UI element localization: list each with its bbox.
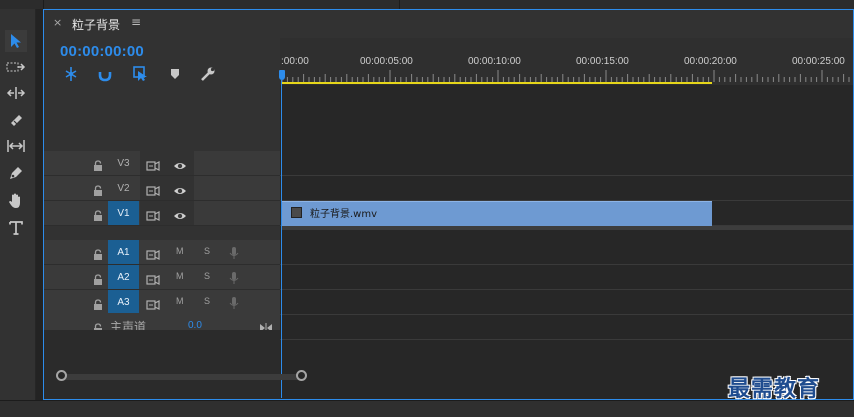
track-name[interactable]: V1 (108, 201, 139, 225)
timeline-tracks-area[interactable]: :00:00 00:00:05:00 00:00:10:00 00:00:15:… (279, 38, 853, 399)
zoom-handle-left[interactable] (56, 370, 67, 381)
ripple-edit-tool-icon[interactable] (5, 82, 27, 104)
track-header-v1: V1 (44, 201, 280, 226)
panel-menu-icon[interactable]: ≡ (131, 15, 141, 29)
mute-button[interactable]: M (176, 296, 184, 306)
razor-tool-icon[interactable] (5, 109, 27, 131)
type-tool-icon[interactable] (5, 216, 27, 238)
timeline-track-a3[interactable] (280, 290, 853, 315)
lock-icon[interactable] (93, 296, 103, 310)
fx-badge-icon (291, 207, 302, 218)
sequence-name: 粒子背景 (72, 18, 121, 32)
solo-button[interactable]: S (204, 271, 210, 281)
hand-tool-icon[interactable] (5, 189, 27, 211)
time-ruler[interactable]: :00:00 00:00:05:00 00:00:10:00 00:00:15:… (280, 38, 853, 85)
close-tab-icon[interactable]: × (53, 16, 62, 29)
pen-tool-icon[interactable] (5, 162, 27, 184)
sequence-tab[interactable]: × 粒子背景 ≡ (44, 10, 853, 38)
work-area-bar[interactable] (282, 82, 712, 84)
snap-icon[interactable] (63, 66, 79, 82)
playhead-handle[interactable] (279, 70, 285, 80)
sync-lock-icon[interactable] (146, 271, 160, 285)
marker-icon[interactable] (167, 66, 183, 82)
track-header-a1: A1 M S (44, 240, 280, 265)
lock-icon[interactable] (93, 182, 103, 196)
track-headers: V3 V2 V1 A1 M S A2 M S A3 M S 主声道 0.0 (44, 38, 280, 399)
sync-lock-icon[interactable] (146, 182, 160, 196)
solo-button[interactable]: S (204, 246, 210, 256)
mute-button[interactable]: M (176, 246, 184, 256)
timeline-track-v2[interactable] (280, 176, 853, 201)
top-panel-strip (0, 0, 854, 9)
track-output-eye-icon[interactable] (173, 207, 187, 219)
sync-lock-icon[interactable] (146, 296, 160, 310)
playhead-timecode[interactable]: 00:00:00:00 (60, 43, 144, 60)
lock-icon[interactable] (93, 157, 103, 171)
ruler-label: :00:00 (281, 56, 309, 67)
track-name[interactable]: V2 (108, 176, 139, 200)
track-header-a2: A2 M S (44, 265, 280, 290)
top-strip-segment (44, 0, 400, 9)
track-name[interactable]: A1 (108, 240, 139, 264)
track-output-eye-icon[interactable] (173, 182, 187, 194)
track-name[interactable]: V3 (108, 151, 139, 175)
solo-button[interactable]: S (204, 296, 210, 306)
top-strip-segment (0, 0, 44, 9)
track-output-eye-icon[interactable] (173, 157, 187, 169)
link-icon[interactable] (97, 66, 113, 82)
zoom-scrollbar-track[interactable] (61, 374, 302, 380)
ruler-label: 00:00:05:00 (360, 56, 413, 67)
slip-tool-icon[interactable] (5, 135, 27, 157)
ruler-label: 00:00:25:00 (792, 56, 845, 67)
track-header-a3: A3 M S (44, 290, 280, 315)
clip-name: 粒子背景.wmv (310, 209, 378, 220)
add-marker-select-icon[interactable] (133, 66, 149, 82)
lock-icon[interactable] (93, 271, 103, 285)
selection-tool-icon[interactable] (5, 30, 27, 52)
lock-icon[interactable] (93, 207, 103, 221)
track-header-v2: V2 (44, 176, 280, 201)
ruler-label: 00:00:20:00 (684, 56, 737, 67)
timeline-track-a1[interactable] (280, 240, 853, 265)
track-divider (282, 226, 853, 230)
sync-lock-icon[interactable] (146, 246, 160, 260)
track-name[interactable]: A3 (108, 290, 139, 314)
microphone-icon[interactable] (229, 295, 239, 309)
video-clip[interactable]: 粒子背景.wmv (282, 201, 712, 226)
ruler-label: 00:00:15:00 (576, 56, 629, 67)
timeline-track-master[interactable] (280, 315, 853, 340)
track-name[interactable]: A2 (108, 265, 139, 289)
microphone-icon[interactable] (229, 245, 239, 259)
tools-panel (0, 9, 36, 409)
sync-lock-icon[interactable] (146, 207, 160, 221)
timeline-panel: × 粒子背景 ≡ V3 V2 V1 A1 M S A2 M S A3 M S 主… (43, 9, 854, 400)
playhead-line (281, 80, 282, 398)
header-empty-area (44, 330, 280, 399)
timeline-track-a2[interactable] (280, 265, 853, 290)
ruler-label: 00:00:10:00 (468, 56, 521, 67)
track-select-forward-tool-icon[interactable] (5, 56, 27, 78)
watermark-text: 最需教育 (728, 376, 821, 402)
wrench-icon[interactable] (200, 66, 216, 82)
track-header-v3: V3 (44, 151, 280, 176)
sync-lock-icon[interactable] (146, 157, 160, 171)
mute-button[interactable]: M (176, 271, 184, 281)
timeline-track-v3[interactable] (280, 151, 853, 176)
zoom-handle-right[interactable] (296, 370, 307, 381)
microphone-icon[interactable] (229, 270, 239, 284)
bottom-status-bar (0, 400, 854, 417)
lock-icon[interactable] (93, 246, 103, 260)
